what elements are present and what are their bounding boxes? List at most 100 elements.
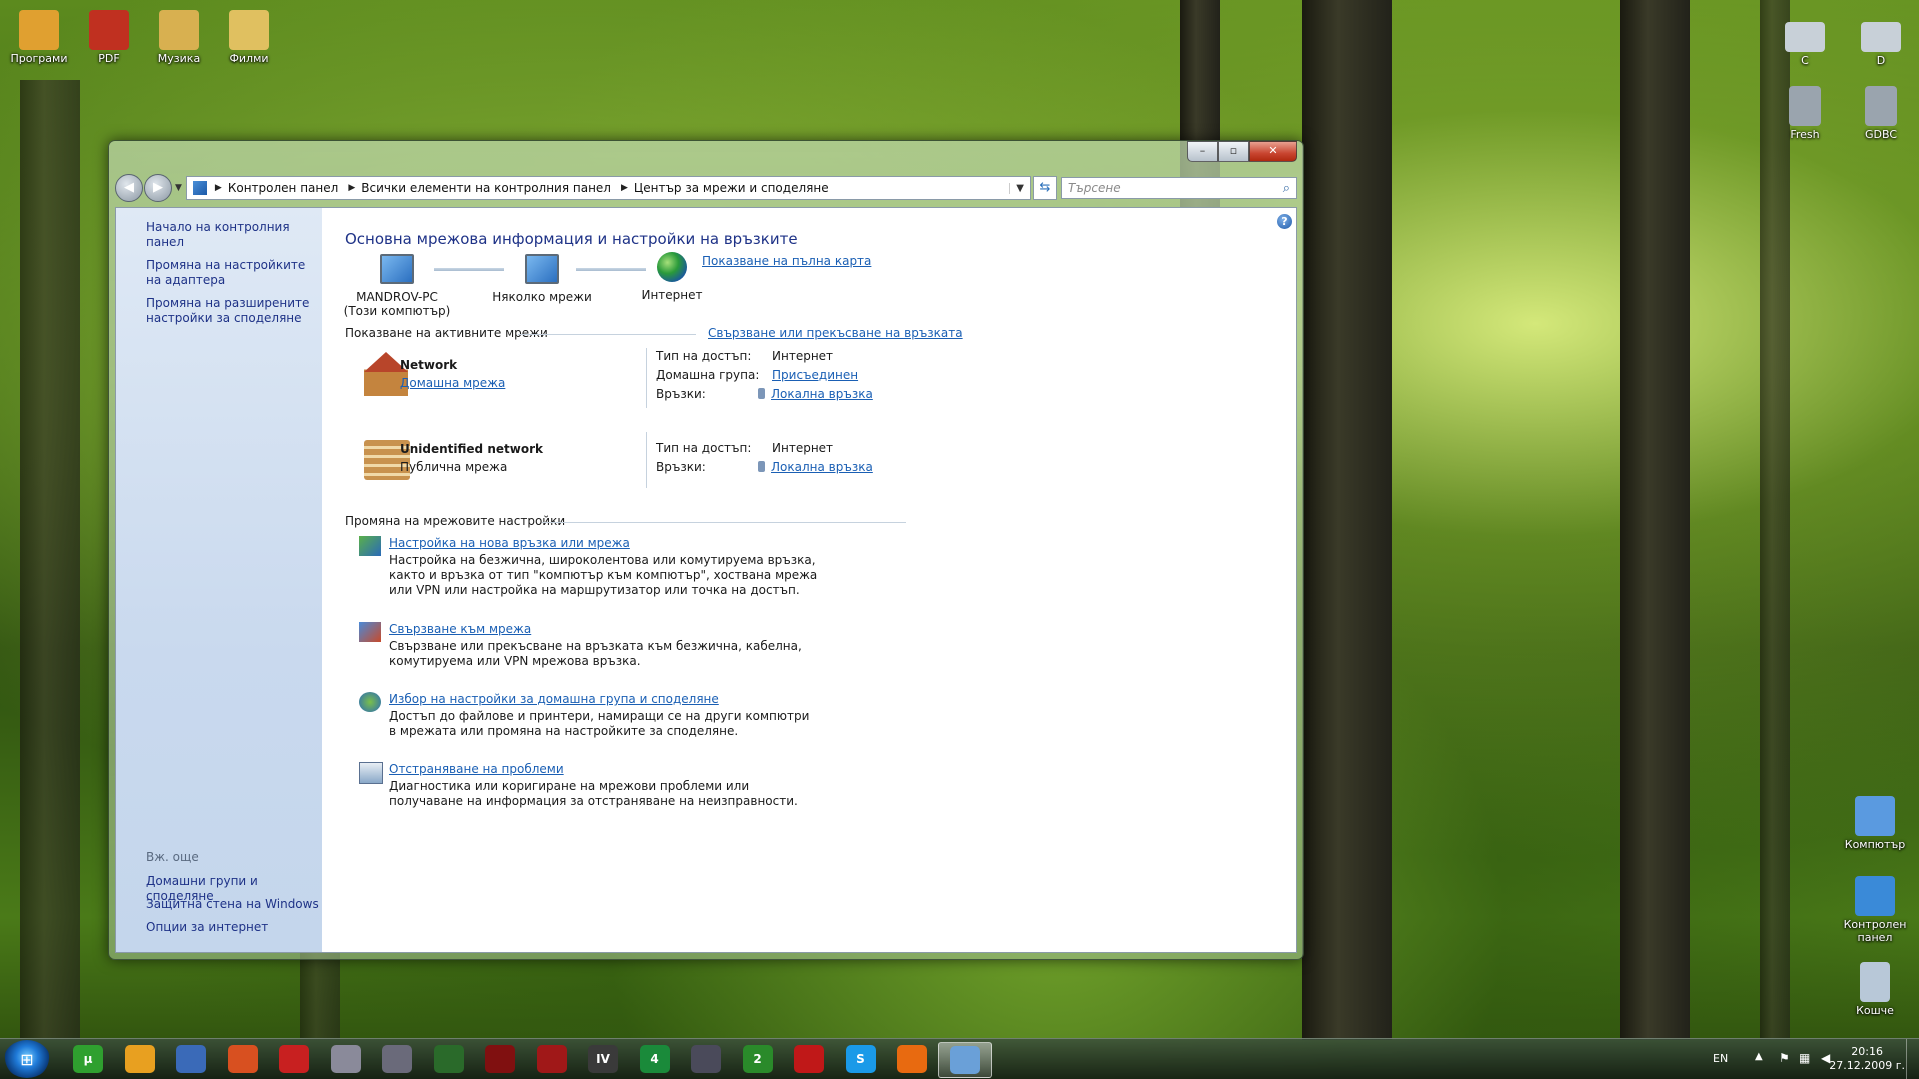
- clock[interactable]: 20:16 27.12.2009 г.: [1829, 1045, 1905, 1073]
- caption-buttons: – ▫ ✕: [1187, 141, 1297, 162]
- desktop-icon-music[interactable]: Музика: [144, 10, 214, 65]
- address-dropdown-icon[interactable]: ▼: [1009, 182, 1030, 194]
- taskbar-app-button[interactable]: [268, 1042, 320, 1076]
- breadcrumb-arrow-icon[interactable]: ▶: [215, 183, 222, 193]
- connect-network-icon: [359, 622, 381, 642]
- desktop-icon-recycle-bin[interactable]: Кошче: [1840, 962, 1910, 1017]
- help-icon[interactable]: ?: [1277, 214, 1292, 229]
- network-name: Unidentified network: [400, 442, 543, 456]
- desktop-icon-computer[interactable]: Компютър: [1840, 796, 1910, 851]
- taskbar-app-button[interactable]: 4: [629, 1042, 681, 1076]
- homegroup-link[interactable]: Присъединен: [772, 368, 858, 382]
- taskbar-app-button[interactable]: [783, 1042, 835, 1076]
- taskbar-app-button[interactable]: [371, 1042, 423, 1076]
- breadcrumb-arrow-icon[interactable]: ▶: [348, 183, 355, 193]
- taskbar-app-button[interactable]: [680, 1042, 732, 1076]
- taskbar-app-button[interactable]: [474, 1042, 526, 1076]
- speaker-icon: [1789, 86, 1821, 126]
- desktop-icon-label: Кошче: [1856, 1004, 1894, 1017]
- desktop-icon-drive-c[interactable]: C: [1770, 22, 1840, 67]
- search-input[interactable]: Търсене ⌕: [1061, 177, 1297, 199]
- desktop-icon-label: Филми: [229, 52, 269, 65]
- access-type-value: Интернет: [772, 441, 834, 455]
- app-icon: [330, 1045, 361, 1073]
- language-indicator[interactable]: EN: [1713, 1052, 1728, 1065]
- back-button[interactable]: ◀: [115, 174, 143, 202]
- connect-disconnect-link[interactable]: Свързване или прекъсване на връзката: [708, 326, 963, 340]
- address-bar[interactable]: ▶ Контролен панел ▶ Всички елементи на к…: [185, 176, 1031, 200]
- taskbar-app-button[interactable]: µ: [62, 1042, 114, 1076]
- sidebar-link-internet-options[interactable]: Опции за интернет: [146, 920, 268, 935]
- app-icon: S: [845, 1045, 876, 1073]
- desktop-icon-control-panel[interactable]: Контролен панел: [1840, 876, 1910, 944]
- breadcrumb-network-center[interactable]: Център за мрежи и споделяне: [634, 181, 829, 195]
- app-icon: IV: [588, 1045, 618, 1073]
- folder-icon: [89, 10, 129, 50]
- desktop-icon-fresh[interactable]: Fresh: [1770, 86, 1840, 141]
- taskbar-app-button[interactable]: 2: [732, 1042, 784, 1076]
- action-center-flag-icon[interactable]: ⚑: [1779, 1051, 1793, 1065]
- taskbar-app-button[interactable]: [165, 1042, 217, 1076]
- tree-trunk: [1760, 0, 1790, 1040]
- forward-button[interactable]: ▶: [144, 174, 172, 202]
- connection-row: Локална връзка: [758, 460, 873, 474]
- task-description: Свързване или прекъсване на връзката към…: [389, 639, 802, 668]
- desktop-icon-label: GDBC: [1864, 128, 1898, 141]
- start-button[interactable]: ⊞: [4, 1040, 50, 1078]
- close-button[interactable]: ✕: [1249, 141, 1297, 162]
- taskbar-app-button[interactable]: S: [835, 1042, 887, 1076]
- access-type-label: Тип на достъп:: [656, 349, 752, 363]
- taskbar-app-button[interactable]: [114, 1042, 166, 1076]
- taskbar-app-button[interactable]: [320, 1042, 372, 1076]
- task-link[interactable]: Отстраняване на проблеми: [389, 762, 564, 776]
- desktop-icon-movies[interactable]: Филми: [214, 10, 284, 65]
- sidebar-link-advanced-sharing[interactable]: Промяна на разширените настройки за спод…: [146, 296, 316, 326]
- taskbar-app-button[interactable]: [937, 1042, 992, 1078]
- sidebar-link-firewall[interactable]: Защитна стена на Windows: [146, 897, 319, 912]
- task-description: Достъп до файлове и принтери, намиращи с…: [389, 709, 810, 738]
- local-connection-link[interactable]: Локална връзка: [771, 387, 873, 401]
- recent-pages-dropdown[interactable]: ▼: [175, 183, 182, 193]
- task-link[interactable]: Свързване към мрежа: [389, 622, 531, 636]
- taskbar-app-button[interactable]: [886, 1042, 938, 1076]
- page-title: Основна мрежова информация и настройки н…: [345, 230, 798, 248]
- breadcrumb-control-panel[interactable]: Контролен панел: [228, 181, 338, 195]
- drive-icon: [1785, 22, 1825, 52]
- desktop-icon-label: C: [1801, 54, 1809, 67]
- search-placeholder: Търсене: [1068, 181, 1121, 195]
- multiple-networks-icon: [525, 254, 559, 284]
- access-type-label: Тип на достъп:: [656, 441, 752, 455]
- taskbar-app-button[interactable]: [423, 1042, 475, 1076]
- desktop-icon-label: D: [1876, 54, 1886, 67]
- access-type-value: Интернет: [772, 349, 834, 363]
- minimize-button[interactable]: –: [1187, 141, 1218, 162]
- task-link[interactable]: Избор на настройки за домашна група и сп…: [389, 692, 719, 706]
- sidebar-link-home[interactable]: Начало на контролния панел: [146, 220, 322, 250]
- desktop-icon-pdf[interactable]: PDF: [74, 10, 144, 65]
- taskbar-app-button[interactable]: [526, 1042, 578, 1076]
- breadcrumb-all-items[interactable]: Всички елементи на контролния панел: [361, 181, 611, 195]
- network-name: Network: [400, 358, 458, 372]
- taskbar-app-button[interactable]: IV: [577, 1042, 629, 1076]
- desktop-icon-programs[interactable]: Програми: [4, 10, 74, 65]
- sidebar-link-adapter-settings[interactable]: Промяна на настройките на адаптера: [146, 258, 316, 288]
- network-setup-icon: [359, 536, 381, 556]
- app-icon: [279, 1045, 309, 1073]
- refresh-button[interactable]: ⇆: [1033, 176, 1057, 200]
- task-link[interactable]: Настройка на нова връзка или мрежа: [389, 536, 630, 550]
- main-content: ? Основна мрежова информация и настройки…: [322, 208, 1296, 952]
- network-type-link[interactable]: Домашна мрежа: [400, 376, 505, 390]
- show-desktop-button[interactable]: [1906, 1039, 1919, 1079]
- app-icon: [485, 1045, 515, 1073]
- network-icon[interactable]: ▦: [1799, 1051, 1813, 1065]
- taskbar-app-button[interactable]: [217, 1042, 269, 1076]
- breadcrumb-arrow-icon[interactable]: ▶: [621, 183, 628, 193]
- desktop-icon-drive-d[interactable]: D: [1846, 22, 1916, 67]
- show-hidden-icons-icon[interactable]: ▲: [1755, 1051, 1763, 1062]
- vertical-divider: [646, 432, 647, 488]
- search-icon[interactable]: ⌕: [1283, 181, 1290, 196]
- maximize-button[interactable]: ▫: [1218, 141, 1249, 162]
- desktop-icon-gdbc[interactable]: GDBC: [1846, 86, 1916, 141]
- local-connection-link[interactable]: Локална връзка: [771, 460, 873, 474]
- navigation-bar: ◀ ▶ ▼ ▶ Контролен панел ▶ Всички елемент…: [115, 173, 1297, 203]
